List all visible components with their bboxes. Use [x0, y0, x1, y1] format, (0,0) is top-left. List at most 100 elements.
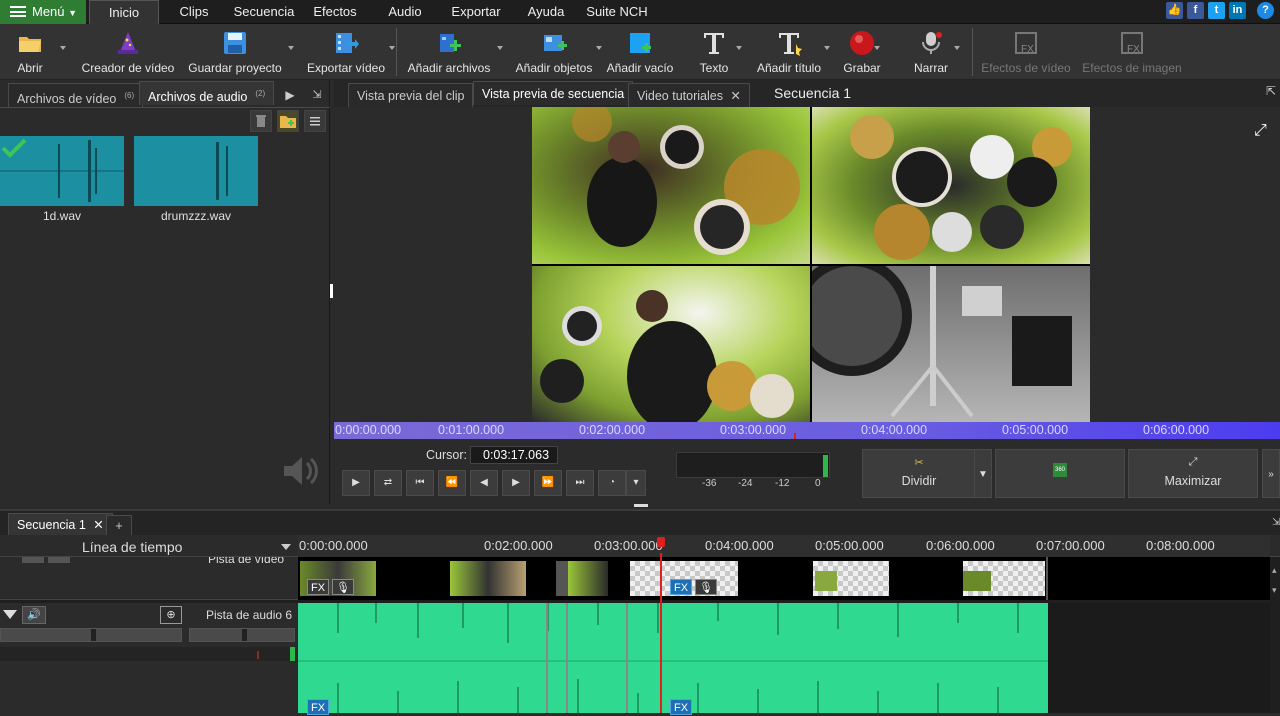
cursor-label: Cursor: [426, 448, 467, 462]
menu-inicio[interactable]: Inicio [89, 0, 159, 24]
preview-playhead[interactable] [794, 433, 796, 439]
microphone-icon[interactable]: 🎙 [332, 579, 354, 595]
menu-audio[interactable]: Audio [380, 0, 430, 24]
cursor-time-field[interactable]: 0:03:17.063 [470, 446, 558, 464]
timeline-playhead-handle[interactable] [657, 537, 665, 547]
export-film-icon [336, 33, 359, 53]
menu-clips[interactable]: Clips [170, 0, 218, 24]
splitter-handle[interactable] [634, 504, 648, 507]
go-to-start-button[interactable]: ⏮ [406, 470, 434, 496]
pin-icon[interactable]: ⇲ [307, 84, 327, 106]
step-back-button[interactable]: ◀ [470, 470, 498, 496]
audio-file-thumb[interactable] [134, 136, 258, 206]
preview-time-ruler[interactable]: 0:00:00.000 0:01:00.000 0:02:00.000 0:03… [334, 422, 1280, 439]
speaker-volume-icon[interactable] [282, 454, 322, 488]
360-button[interactable]: 360 [995, 449, 1125, 498]
linkedin-icon[interactable]: in [1229, 2, 1246, 19]
tab-sequence-1[interactable]: Secuencia 1 ✕ [8, 513, 113, 535]
add-files-button[interactable]: Añadir archivos [403, 24, 503, 80]
microphone-icon[interactable]: 🎙 [695, 579, 717, 595]
maximize-button[interactable]: ⤢ Maximizar [1128, 449, 1258, 498]
add-title-button[interactable]: Añadir título [752, 24, 830, 80]
menu-exportar[interactable]: Exportar [446, 0, 506, 24]
thumbs-up-icon[interactable]: 👍 [1166, 2, 1183, 19]
video-clip[interactable] [450, 561, 526, 596]
timeline-mode-label[interactable]: Línea de tiempo [82, 539, 182, 555]
clip-fx-button[interactable]: FX [670, 579, 692, 595]
add-sequence-tab-button[interactable]: + [106, 515, 132, 535]
go-to-end-button[interactable]: ⏭ [566, 470, 594, 496]
scroll-down-icon[interactable]: ▾ [1272, 585, 1277, 596]
playback-options-dropdown[interactable]: ▾ [626, 470, 646, 496]
split-options-dropdown[interactable]: ▼ [974, 449, 992, 498]
tab-video-files[interactable]: Archivos de vídeo (6) [8, 83, 144, 107]
menu-secuencia[interactable]: Secuencia [228, 0, 300, 24]
tab-sequence-preview[interactable]: Vista previa de secuencia [473, 81, 634, 105]
zoom-in-icon[interactable]: ⊕ [160, 606, 182, 624]
video-preview[interactable] [532, 107, 1090, 422]
main-menu-button[interactable]: Menú ▼ [0, 0, 86, 24]
add-title-label: Añadir título [756, 61, 822, 75]
close-icon[interactable]: ✕ [730, 89, 740, 103]
loop-button[interactable]: ⇄ [374, 470, 402, 496]
chevron-down-icon[interactable] [281, 544, 291, 550]
track-volume-slider[interactable] [0, 628, 182, 642]
tab-audio-files[interactable]: Archivos de audio (2) [139, 81, 275, 105]
help-icon[interactable]: ? [1257, 2, 1274, 19]
step-forward-button[interactable]: ▶ [502, 470, 530, 496]
list-view-button[interactable] [304, 110, 326, 132]
tab-clip-preview[interactable]: Vista previa del clip [348, 83, 474, 107]
facebook-icon[interactable]: f [1187, 2, 1204, 19]
open-button[interactable]: Abrir [0, 24, 66, 80]
video-effects-button[interactable]: FX Efectos de vídeo [978, 24, 1074, 80]
tab-scroll-right-icon[interactable]: ▶ [280, 84, 300, 106]
image-effects-button[interactable]: FX Efectos de imagen [1080, 24, 1184, 80]
more-buttons-arrow[interactable]: » [1262, 449, 1280, 498]
audio-track-lane[interactable]: FX FX [298, 603, 1270, 715]
panel-resize-handle[interactable] [330, 284, 333, 298]
add-objects-button[interactable]: Añadir objetos [512, 24, 602, 80]
preview-tabs-bar: Vista previa del clip Vista previa de se… [334, 80, 1280, 107]
record-button[interactable]: Grabar [838, 24, 886, 80]
export-video-button[interactable]: Exportar vídeo [303, 24, 395, 80]
close-icon[interactable]: ✕ [93, 518, 103, 532]
menu-ayuda[interactable]: Ayuda [521, 0, 571, 24]
twitter-icon[interactable]: t [1208, 2, 1225, 19]
track-toggle-button[interactable] [22, 557, 44, 563]
audio-waveform[interactable] [298, 603, 1048, 713]
mute-speaker-icon[interactable]: 🔊 [22, 606, 46, 624]
track-level-bar [0, 647, 295, 661]
audio-file-thumb[interactable] [0, 136, 124, 206]
track-pan-slider[interactable] [189, 628, 295, 642]
playback-speed-button[interactable]: ◔ [598, 470, 626, 496]
previous-clip-button[interactable]: ⏪ [438, 470, 466, 496]
video-track-lane[interactable]: FX 🎙 FX 🎙 [298, 557, 1270, 600]
new-folder-button[interactable] [277, 110, 299, 132]
video-clip-transparent[interactable] [963, 561, 1045, 596]
collapse-track-icon[interactable] [3, 610, 17, 619]
add-blank-button[interactable]: Añadir vacío [602, 24, 678, 80]
narrate-button[interactable]: Narrar [908, 24, 960, 80]
text-button[interactable]: Texto [692, 24, 742, 80]
menu-suite-nch[interactable]: Suite NCH [584, 0, 650, 24]
video-clip[interactable] [556, 561, 568, 596]
save-project-button[interactable]: Guardar proyecto [184, 24, 294, 80]
play-button[interactable]: ▶ [342, 470, 370, 496]
track-toggle-button[interactable] [48, 557, 70, 563]
next-clip-button[interactable]: ⏩ [534, 470, 562, 496]
video-effects-label: Efectos de vídeo [981, 61, 1071, 75]
delete-file-button[interactable] [250, 110, 272, 132]
clip-fx-button[interactable]: FX [307, 579, 329, 595]
undock-icon[interactable]: ⇱ [1266, 84, 1276, 98]
pin-icon[interactable]: ⇲ [1272, 517, 1280, 528]
fullscreen-icon[interactable]: ⤢ [1254, 122, 1267, 140]
tab-video-tutorials[interactable]: Video tutoriales ✕ [628, 83, 750, 107]
split-button[interactable]: ✂ Dividir [862, 449, 976, 498]
timeline-ruler[interactable]: 0:00:00.000 0:02:00.000 0:03:00.000 0:04… [298, 535, 1270, 557]
video-maker-button[interactable]: Creador de vídeo [78, 24, 178, 80]
video-clip-transparent[interactable] [813, 561, 889, 596]
menu-efectos[interactable]: Efectos [306, 0, 364, 24]
timeline-playhead[interactable] [660, 553, 662, 713]
scroll-up-icon[interactable]: ▴ [1272, 565, 1277, 576]
video-clip[interactable] [568, 561, 608, 596]
